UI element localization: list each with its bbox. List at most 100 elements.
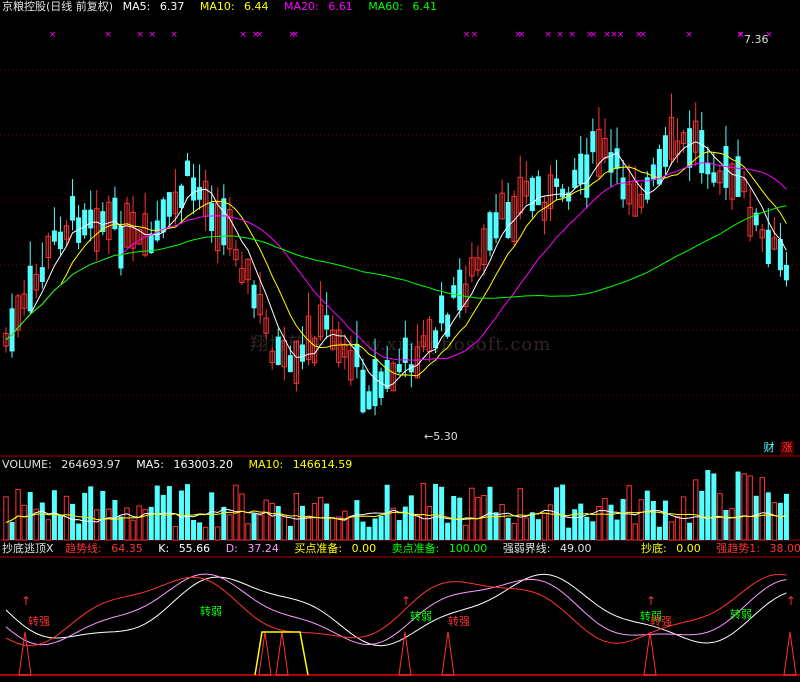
volume-bar-up — [517, 488, 523, 541]
candle-down — [118, 225, 124, 269]
low-price-marker: ←5.30 — [424, 430, 458, 443]
candle-down — [160, 199, 166, 233]
signal-marker: × — [288, 30, 296, 40]
volume-bar-up — [3, 496, 9, 541]
volume-bar-up — [469, 487, 475, 541]
volume-bar-down — [70, 503, 76, 540]
volume-bar-down — [614, 519, 620, 540]
volume-bar-up — [263, 499, 269, 541]
volume-bar-up — [638, 499, 644, 541]
high-price-marker: 7.36 — [744, 33, 769, 46]
volume-bar-up — [668, 521, 675, 541]
volume-bar-down — [408, 495, 414, 540]
trend-line — [5, 573, 787, 647]
volume-bar-up — [420, 483, 427, 541]
up-arrow: ↑ — [646, 594, 656, 608]
volume-bar-up — [172, 525, 179, 541]
candle-down — [765, 229, 771, 265]
signal-marker: × — [736, 30, 744, 40]
volume-bar-down — [287, 525, 293, 540]
signal-label: 转强 — [28, 614, 50, 628]
volume-bar-up — [124, 507, 130, 541]
volume-bar-up — [759, 477, 765, 541]
candle-down — [457, 269, 463, 311]
volume-bar-down — [711, 473, 717, 540]
volume-bar-up — [741, 473, 747, 541]
volume-bar-up — [729, 507, 735, 541]
candle-down — [554, 178, 560, 187]
finance-button[interactable]: 财 — [762, 441, 776, 455]
candle-down — [57, 231, 63, 250]
volume-bar-up — [674, 515, 681, 541]
candle-down — [535, 176, 541, 206]
signal-marker: × — [603, 30, 611, 40]
candle-down — [783, 264, 789, 281]
candle-down — [197, 186, 203, 200]
volume-bar-up — [336, 516, 342, 541]
rise-button[interactable]: 涨 — [780, 441, 794, 455]
volume-bar-down — [378, 515, 384, 540]
candle-down — [699, 130, 705, 174]
signal-marker: × — [239, 30, 247, 40]
volume-bar-down — [148, 506, 154, 540]
volume-bar-down — [9, 521, 15, 540]
candle-down — [372, 359, 378, 407]
signal-marker: × — [463, 30, 471, 40]
candle-down — [614, 148, 620, 169]
volume-bar-up — [330, 516, 336, 541]
volume-bar-up — [463, 524, 469, 541]
volume-bar-down — [535, 519, 541, 540]
volume-bar-down — [185, 484, 190, 540]
candle-down — [662, 135, 668, 167]
candle-down — [221, 198, 227, 246]
volume-bar-up — [45, 519, 52, 541]
volume-bar-down — [765, 492, 771, 540]
candle-down — [209, 203, 215, 232]
volume-bar-down — [354, 500, 360, 540]
volume-bar-up — [130, 519, 136, 541]
volume-bar-down — [118, 516, 124, 540]
signal-triangle — [275, 631, 289, 676]
volume-bar-down — [620, 499, 626, 540]
candle-down — [39, 267, 45, 282]
volume-bar-up — [632, 523, 638, 541]
candle-down — [287, 355, 293, 373]
volume-bar-down — [529, 512, 535, 540]
volume-bar-down — [753, 495, 759, 540]
candle-down — [402, 337, 408, 363]
volume-bar-up — [426, 505, 433, 541]
volume-bar-down — [360, 521, 366, 540]
signal-label: 转弱 — [410, 609, 432, 623]
candle-down — [493, 212, 499, 239]
signal-marker: × — [556, 30, 564, 40]
volume-bar-up — [523, 517, 529, 541]
volume-bar-up — [293, 492, 300, 541]
volume-bar-down — [372, 518, 378, 540]
volume-bar-down — [560, 484, 566, 540]
volume-bar-down — [402, 506, 408, 540]
volume-bar-down — [578, 503, 584, 540]
volume-bar-down — [650, 500, 656, 540]
volume-bar-down — [723, 509, 729, 540]
up-arrow: ↑ — [401, 594, 411, 608]
volume-bar-down — [662, 500, 668, 540]
candle-down — [451, 285, 457, 298]
volume-bar-up — [511, 522, 517, 541]
volume-bar-up — [239, 493, 245, 541]
kline-chart[interactable]: ×× ××× ×× ×× ×× ×× ×× × ×× ××××× × × × ××↑ ↑ ↑ ↑转强转弱 转弱 转强… — [0, 0, 800, 682]
volume-bar-up — [414, 515, 421, 541]
candle-down — [572, 169, 578, 188]
signal-marker: × — [256, 30, 264, 40]
signal-label: 转弱 — [730, 607, 752, 621]
volume-bar-down — [705, 470, 711, 540]
signal-marker: × — [544, 30, 552, 40]
volume-bar-up — [245, 523, 251, 541]
volume-bar-down — [687, 522, 693, 540]
candle-down — [360, 369, 366, 413]
signal-marker: × — [149, 30, 157, 40]
volume-bar-up — [94, 509, 100, 541]
candle-down — [560, 188, 566, 198]
candle-down — [529, 177, 535, 212]
signal-marker: × — [617, 30, 625, 40]
candle-down — [505, 201, 511, 239]
